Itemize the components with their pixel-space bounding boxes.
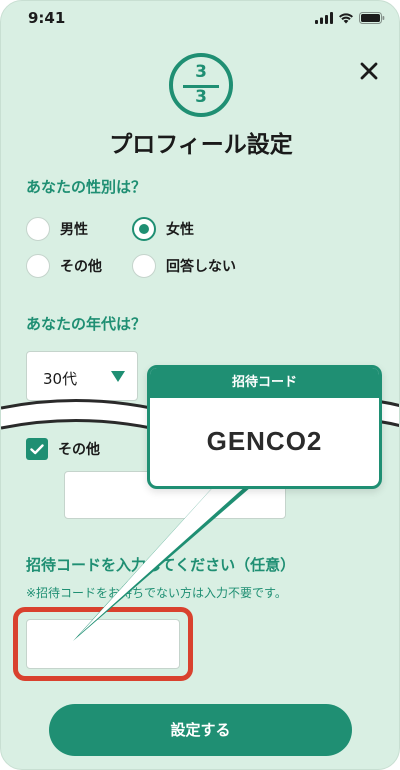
step-current: 3 bbox=[195, 62, 207, 82]
radio-dot bbox=[139, 224, 149, 234]
checkbox-checked bbox=[26, 438, 48, 460]
page-title: プロフィール設定 bbox=[109, 132, 293, 158]
callout-header: 招待コード bbox=[150, 368, 379, 398]
radio-circle bbox=[132, 254, 156, 278]
wifi-icon bbox=[339, 13, 353, 24]
radio-label: 女性 bbox=[166, 222, 194, 238]
step-total: 3 bbox=[195, 87, 207, 107]
invite-code-label: 招待コードを入力してください（任意） bbox=[26, 556, 296, 574]
close-button[interactable] bbox=[357, 59, 381, 83]
battery-icon bbox=[359, 12, 385, 24]
age-question: あなたの年代は？ bbox=[26, 315, 147, 333]
invite-code-callout: 招待コード GENCO2 bbox=[147, 365, 382, 489]
status-icons bbox=[315, 12, 385, 24]
radio-label: 回答しない bbox=[166, 259, 236, 275]
phone-screen: 9:41 3 3 プロフィール設定 あなたの性別は？ 男性 女性 その他 回答し… bbox=[0, 0, 400, 770]
age-select[interactable]: 30代 bbox=[26, 351, 138, 401]
radio-circle bbox=[26, 217, 50, 241]
submit-button[interactable]: 設定する bbox=[49, 704, 352, 756]
callout-code: GENCO2 bbox=[206, 426, 323, 456]
radio-label: その他 bbox=[60, 259, 102, 275]
age-select-value: 30代 bbox=[43, 370, 78, 388]
close-icon bbox=[360, 62, 378, 80]
dropdown-arrow-icon bbox=[111, 371, 125, 382]
invite-code-note: ※招待コードをお持ちでない方は入力不要です。 bbox=[26, 586, 287, 600]
status-bar: 9:41 bbox=[1, 1, 399, 35]
gender-question: あなたの性別は？ bbox=[26, 178, 147, 196]
radio-other[interactable]: その他 bbox=[26, 254, 102, 278]
check-icon bbox=[30, 443, 44, 454]
status-time: 9:41 bbox=[28, 9, 66, 27]
signal-icon bbox=[315, 12, 333, 24]
radio-label: 男性 bbox=[60, 222, 88, 238]
other-checkbox[interactable]: その他 bbox=[26, 438, 100, 460]
invite-code-input[interactable] bbox=[26, 619, 180, 669]
radio-circle bbox=[26, 254, 50, 278]
radio-male[interactable]: 男性 bbox=[26, 217, 88, 241]
radio-female[interactable]: 女性 bbox=[132, 217, 194, 241]
checkbox-label: その他 bbox=[58, 442, 100, 458]
step-indicator: 3 3 bbox=[169, 53, 233, 117]
radio-no-answer[interactable]: 回答しない bbox=[132, 254, 236, 278]
radio-circle-selected bbox=[132, 217, 156, 241]
